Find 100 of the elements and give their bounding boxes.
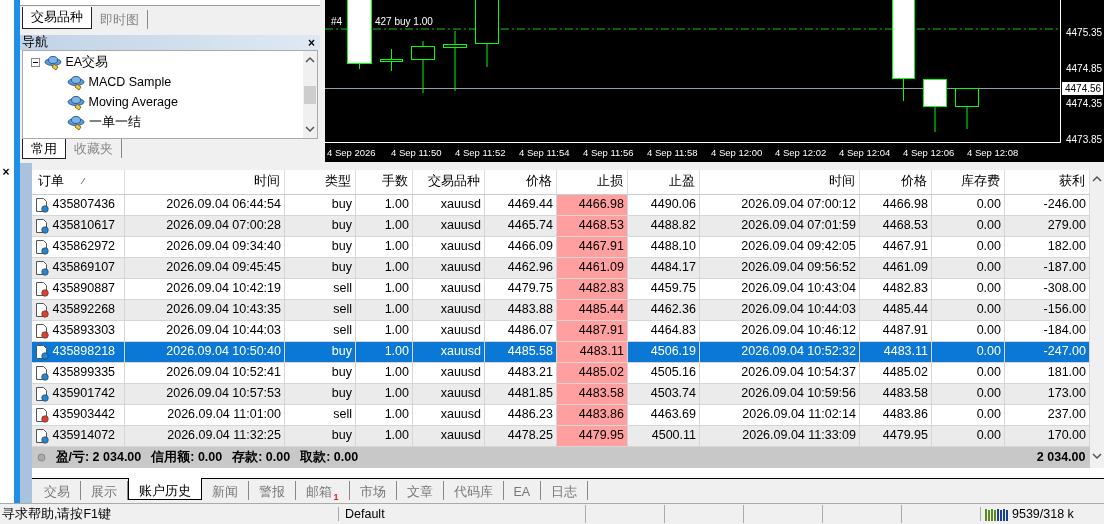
- table-cell: xauusd: [412, 320, 485, 341]
- candle: [954, 87, 979, 130]
- time-label: 4 Sep 12:08: [966, 147, 1018, 158]
- terminal-tab[interactable]: 警报: [248, 480, 296, 500]
- table-cell: 435893303: [52, 323, 116, 338]
- close-button[interactable]: ×: [305, 35, 318, 50]
- scroll-thumb[interactable]: [303, 85, 316, 104]
- terminal-tab[interactable]: 邮箱 $_{1}$: [295, 480, 350, 500]
- sort-icon: [79, 177, 86, 186]
- price-label: 4473.85: [1065, 133, 1102, 145]
- table-cell: xauusd: [412, 194, 485, 215]
- terminal-tab[interactable]: 代码库: [443, 480, 504, 500]
- terminal-tab[interactable]: 展示: [80, 480, 128, 500]
- panel-tab[interactable]: 交易品种: [21, 7, 92, 29]
- table-cell: 4486.07: [484, 320, 557, 341]
- summary-text: 存款: 0.00: [232, 448, 291, 466]
- column-header[interactable]: 库存费: [931, 170, 1005, 194]
- table-cell: 4483.86: [859, 404, 932, 425]
- table-cell: 2026.09.04 11:01:00: [124, 404, 285, 425]
- traffic-text: 9539/318 k: [1012, 507, 1074, 521]
- scrollbar[interactable]: [302, 51, 317, 138]
- time-label: 4 Sep 11:52: [454, 147, 506, 158]
- candle: [922, 78, 947, 133]
- price-label: 4475.35: [1065, 27, 1102, 38]
- table-cell: 4467.91: [859, 236, 932, 257]
- column-header[interactable]: 止损: [556, 170, 628, 194]
- table-cell: 1.00: [355, 362, 413, 383]
- table-cell: 435890887: [52, 281, 116, 296]
- table-row[interactable]: 435892268 2026.09.04 10:43:35 sell 1.00 xauusd 4483.88 4485.44 4462.36 2026.09.04 10:44:03 4485.44 0.00 -156.00: [31, 299, 1090, 320]
- table-cell: xauusd: [412, 236, 485, 257]
- table-cell: 0.00: [931, 320, 1005, 341]
- column-header[interactable]: 价格: [859, 170, 932, 194]
- table-row[interactable]: 435899335 2026.09.04 10:52:41 buy 1.00 xauusd 4483.21 4485.02 4505.16 2026.09.04 10:54:37 4485.02 0.00 181.00: [31, 362, 1090, 383]
- table-cell: 435914072: [52, 428, 116, 443]
- tree-item[interactable]: EA交易: [43, 52, 109, 72]
- terminal-tab[interactable]: 新闻: [201, 480, 249, 500]
- unread-count: 1: [333, 491, 339, 502]
- panel-title: 导航: [21, 34, 48, 51]
- close-button[interactable]: ×: [0, 165, 12, 179]
- tree-item[interactable]: Moving Average: [66, 92, 178, 112]
- summary-text: 取款: 0.00: [300, 448, 359, 466]
- column-header[interactable]: 时间: [124, 170, 285, 194]
- table-row[interactable]: 435890887 2026.09.04 10:42:19 sell 1.00 xauusd 4479.75 4482.83 4459.75 2026.09.04 10:43:04 4482.83 0.00 -308.00: [31, 278, 1090, 299]
- table-cell: 435898218: [52, 344, 116, 359]
- price-tag: 4474.56: [1061, 82, 1103, 95]
- table-cell: sell: [284, 320, 356, 341]
- column-header[interactable]: 价格: [484, 170, 557, 194]
- table-row[interactable]: 435914072 2026.09.04 11:32:25 buy 1.00 xauusd 4478.25 4479.95 4500.11 2026.09.04 11:33:09 4479.95 0.00 170.00: [31, 425, 1090, 446]
- table-row[interactable]: 435893303 2026.09.04 10:44:03 sell 1.00 xauusd 4486.07 4487.91 4464.83 2026.09.04 10:46:12 4487.91 0.00 -184.00: [31, 320, 1090, 341]
- table-row[interactable]: 435869107 2026.09.04 09:45:45 buy 1.00 xauusd 4462.96 4461.09 4484.17 2026.09.04 09:56:52 4461.09 0.00 -187.00: [31, 257, 1090, 278]
- table-cell: 0.00: [931, 278, 1005, 299]
- column-header[interactable]: 止盈: [627, 170, 700, 194]
- scroll-down-icon: [1091, 451, 1102, 460]
- tree-item[interactable]: MACD Sample: [66, 72, 172, 92]
- column-header[interactable]: 手数: [355, 170, 413, 194]
- table-cell: sell: [284, 404, 356, 425]
- column-header[interactable]: 时间: [699, 170, 860, 194]
- table-cell: 435901742: [52, 386, 116, 401]
- table-row[interactable]: 435862972 2026.09.04 09:34:40 buy 1.00 xauusd 4466.09 4467.91 4488.10 2026.09.04 09:42:05 4467.91 0.00 182.00: [31, 236, 1090, 257]
- scroll-up-icon: [304, 56, 315, 64]
- candle: [410, 40, 435, 94]
- column-header[interactable]: 获利: [1004, 170, 1090, 194]
- column-header[interactable]: 交易品种: [412, 170, 485, 194]
- terminal-tab[interactable]: 交易: [33, 480, 81, 500]
- table-cell: 4486.23: [484, 404, 557, 425]
- table-cell: buy: [284, 362, 356, 383]
- table-cell: 0.00: [931, 236, 1005, 257]
- time-label: 4 Sep 12:04: [838, 147, 890, 158]
- table-cell: 435862972: [52, 239, 116, 254]
- price-label: 4474.35: [1065, 98, 1102, 109]
- table-cell: 1.00: [355, 278, 413, 299]
- table-cell: -308.00: [1004, 278, 1090, 299]
- table-row[interactable]: 435807436 2026.09.04 06:44:54 buy 1.00 xauusd 4469.44 4466.98 4490.06 2026.09.04 07:00:12 4466.98 0.00 -246.00: [31, 194, 1090, 215]
- table-row[interactable]: 435810617 2026.09.04 07:00:28 buy 1.00 xauusd 4465.74 4468.53 4488.82 2026.09.04 07:01:59 4468.53 0.00 279.00: [31, 215, 1090, 236]
- table-cell: 435810617: [52, 218, 116, 233]
- table-cell: 182.00: [1004, 236, 1090, 257]
- table-cell: 4490.06: [627, 194, 700, 215]
- table-row[interactable]: 435901742 2026.09.04 10:57:53 buy 1.00 xauusd 4481.85 4483.58 4503.74 2026.09.04 10:59:56 4483.58 0.00 173.00: [31, 383, 1090, 404]
- connection-bars-icon: [985, 507, 1009, 521]
- column-header[interactable]: 订单: [31, 170, 125, 194]
- column-header[interactable]: 类型: [284, 170, 356, 194]
- table-row[interactable]: 435898218 2026.09.04 10:50:40 buy 1.00 xauusd 4485.58 4483.11 4506.19 2026.09.04 10:52:32 4483.11 0.00 -247.00: [31, 341, 1090, 362]
- tree-item[interactable]: 一单一结: [66, 112, 141, 132]
- table-cell: 4466.09: [484, 236, 557, 257]
- table-row[interactable]: 435903442 2026.09.04 11:01:00 sell 1.00 xauusd 4486.23 4483.86 4463.69 2026.09.04 11:02:14 4483.86 0.00 237.00: [31, 404, 1090, 425]
- terminal-tab[interactable]: 文章: [396, 480, 444, 500]
- terminal-tab[interactable]: EA: [503, 480, 542, 500]
- summary-text: 信用额: 0.00: [151, 448, 223, 466]
- table-cell: 2026.09.04 11:02:14: [699, 404, 860, 425]
- terminal-tab[interactable]: 日志: [541, 480, 589, 500]
- order-label: #4: [330, 16, 342, 27]
- table-cell: buy: [284, 194, 356, 215]
- collapse-icon[interactable]: [30, 57, 40, 67]
- table-cell: 4488.10: [627, 236, 700, 257]
- panel-tab[interactable]: 常用: [21, 139, 66, 159]
- table-cell: xauusd: [412, 404, 485, 425]
- terminal-tab[interactable]: 市场: [349, 480, 397, 500]
- table-cell: 181.00: [1004, 362, 1090, 383]
- table-cell: 435892268: [52, 302, 116, 317]
- profile-name: Default: [338, 507, 585, 521]
